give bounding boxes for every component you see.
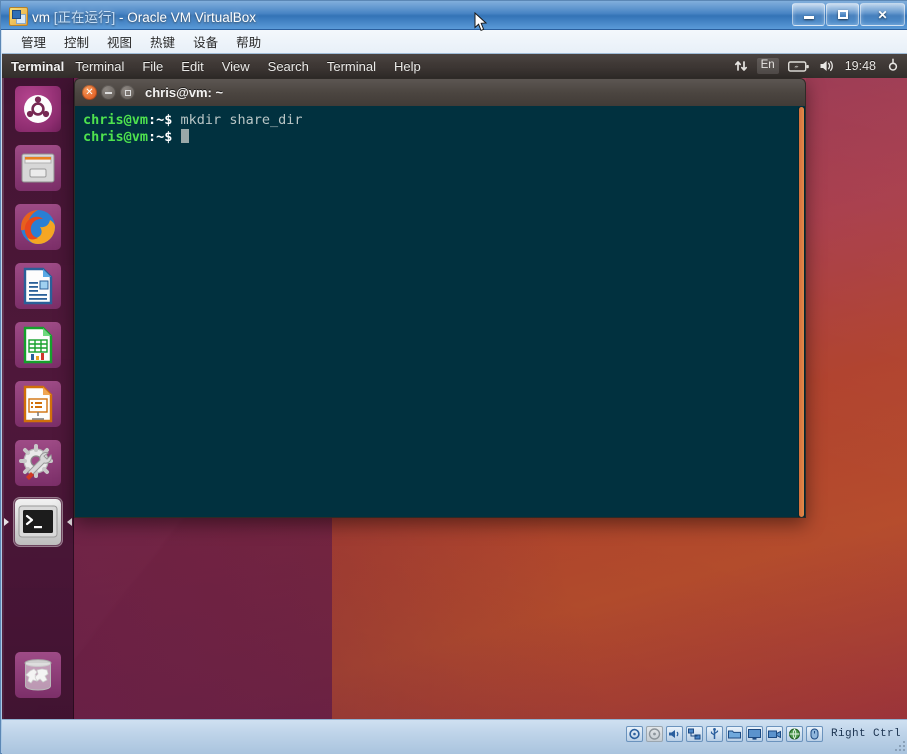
minimize-button[interactable] (792, 3, 825, 26)
maximize-icon (827, 4, 858, 25)
display-icon[interactable] (745, 726, 763, 742)
optical-disk-icon[interactable] (645, 726, 663, 742)
terminal-icon (15, 499, 61, 545)
trash-bin-icon (15, 652, 61, 698)
prompt-path: :~$ (148, 129, 173, 145)
panel-indicators: En 19:48 (734, 54, 901, 78)
app-menu-help[interactable]: Help (385, 59, 430, 74)
window-title-state: [正在运行] (53, 10, 116, 25)
launcher-item-calc[interactable] (13, 320, 63, 370)
terminal-command (172, 129, 180, 145)
gear-wrench-icon (15, 440, 61, 486)
file-cabinet-icon (15, 145, 61, 191)
spreadsheet-calc-icon (15, 322, 61, 368)
launcher-item-terminal[interactable] (4, 497, 72, 547)
launcher-running-arrow-icon (4, 518, 9, 526)
window-title-prefix: vm (32, 10, 54, 25)
prompt-path: :~$ (148, 112, 173, 128)
launcher-focused-arrow-icon (67, 518, 72, 526)
minimize-icon (793, 4, 824, 25)
terminal-command: mkdir share_dir (172, 112, 303, 128)
firefox-icon (15, 204, 61, 250)
ubuntu-logo-icon (15, 86, 61, 132)
terminal-titlebar[interactable]: ✕ chris@vm: ~ (74, 78, 806, 106)
clock-indicator[interactable]: 19:48 (845, 59, 876, 73)
launcher-item-impress[interactable] (13, 379, 63, 429)
launcher-item-files[interactable] (13, 143, 63, 193)
close-button[interactable]: ✕ (860, 3, 905, 26)
launcher-item-trash[interactable] (13, 650, 63, 700)
mouse-integration-icon[interactable] (805, 726, 823, 742)
ubuntu-top-panel: Terminal Terminal File Edit View Search … (2, 54, 907, 78)
terminal-title: chris@vm: ~ (145, 85, 224, 100)
prompt-user: chris@vm (83, 129, 149, 145)
resize-grip[interactable] (893, 741, 905, 753)
audio-icon[interactable] (665, 726, 683, 742)
launcher-item-firefox[interactable] (13, 202, 63, 252)
app-menu-edit[interactable]: Edit (172, 59, 212, 74)
menu-hotkey[interactable]: 热键 (141, 30, 184, 53)
virtualbox-statusbar: Right Ctrl (2, 719, 907, 754)
terminal-scrollbar[interactable] (798, 107, 805, 517)
launcher-item-writer[interactable] (13, 261, 63, 311)
document-writer-icon (15, 263, 61, 309)
terminal-scrollbar-thumb[interactable] (799, 107, 804, 517)
network-arrows-icon[interactable] (734, 59, 748, 73)
panel-menubar: Terminal File Edit View Search Terminal … (66, 59, 430, 74)
menu-manage[interactable]: 管理 (12, 30, 55, 53)
guest-screen: Terminal Terminal File Edit View Search … (2, 54, 907, 719)
menu-help[interactable]: 帮助 (227, 30, 270, 53)
terminal-line: chris@vm:~$ mkdir share_dir (83, 112, 797, 129)
statusbar-icons: Right Ctrl (625, 724, 901, 744)
virtualbox-icon (9, 7, 28, 26)
battery-charging-icon[interactable] (787, 60, 810, 73)
terminal-cursor (180, 129, 189, 143)
launcher-edge (2, 78, 4, 719)
panel-app-name: Terminal (11, 58, 65, 74)
close-icon: ✕ (877, 7, 888, 22)
launcher-item-settings[interactable] (13, 438, 63, 488)
menu-devices[interactable]: 设备 (184, 30, 227, 53)
presentation-icon (15, 381, 61, 427)
gear-icon[interactable] (885, 58, 901, 74)
host-key-label: Right Ctrl (830, 728, 901, 740)
app-menu-view[interactable]: View (213, 59, 259, 74)
terminal-window: ✕ chris@vm: ~ chris@vm:~$ mkdir share_di… (74, 78, 806, 518)
volume-icon[interactable] (819, 59, 836, 73)
window-title: vm [正在运行] - Oracle VM VirtualBox (32, 6, 256, 26)
network-icon[interactable] (685, 726, 703, 742)
menu-control[interactable]: 控制 (55, 30, 98, 53)
unity-launcher (2, 78, 74, 719)
usb-icon[interactable] (705, 726, 723, 742)
prompt-user: chris@vm (83, 112, 149, 128)
video-capture-icon[interactable] (765, 726, 783, 742)
app-menu-terminal-2[interactable]: Terminal (318, 59, 385, 74)
launcher-item-dash[interactable] (13, 84, 63, 134)
screenshot-root: vm [正在运行] - Oracle VM VirtualBox ✕ 管理 控制… (0, 0, 907, 754)
harddisk-icon[interactable] (625, 726, 643, 742)
terminal-body[interactable]: chris@vm:~$ mkdir share_dir chris@vm:~$ (74, 106, 806, 518)
menu-view[interactable]: 视图 (98, 30, 141, 53)
maximize-button[interactable] (826, 3, 859, 26)
remote-desktop-icon[interactable] (785, 726, 803, 742)
terminal-line: chris@vm:~$ (83, 129, 797, 146)
window-title-suffix: - Oracle VM VirtualBox (115, 10, 257, 25)
app-menu-search[interactable]: Search (259, 59, 318, 74)
window-controls: ✕ (792, 3, 905, 26)
app-menu-file[interactable]: File (133, 59, 172, 74)
shared-folder-icon[interactable] (725, 726, 743, 742)
virtualbox-window: vm [正在运行] - Oracle VM VirtualBox ✕ 管理 控制… (0, 0, 907, 754)
virtualbox-titlebar[interactable]: vm [正在运行] - Oracle VM VirtualBox ✕ (1, 1, 907, 30)
keyboard-layout-indicator[interactable]: En (756, 58, 779, 74)
virtualbox-menubar: 管理 控制 视图 热键 设备 帮助 (2, 30, 907, 54)
app-menu-terminal[interactable]: Terminal (66, 59, 133, 74)
